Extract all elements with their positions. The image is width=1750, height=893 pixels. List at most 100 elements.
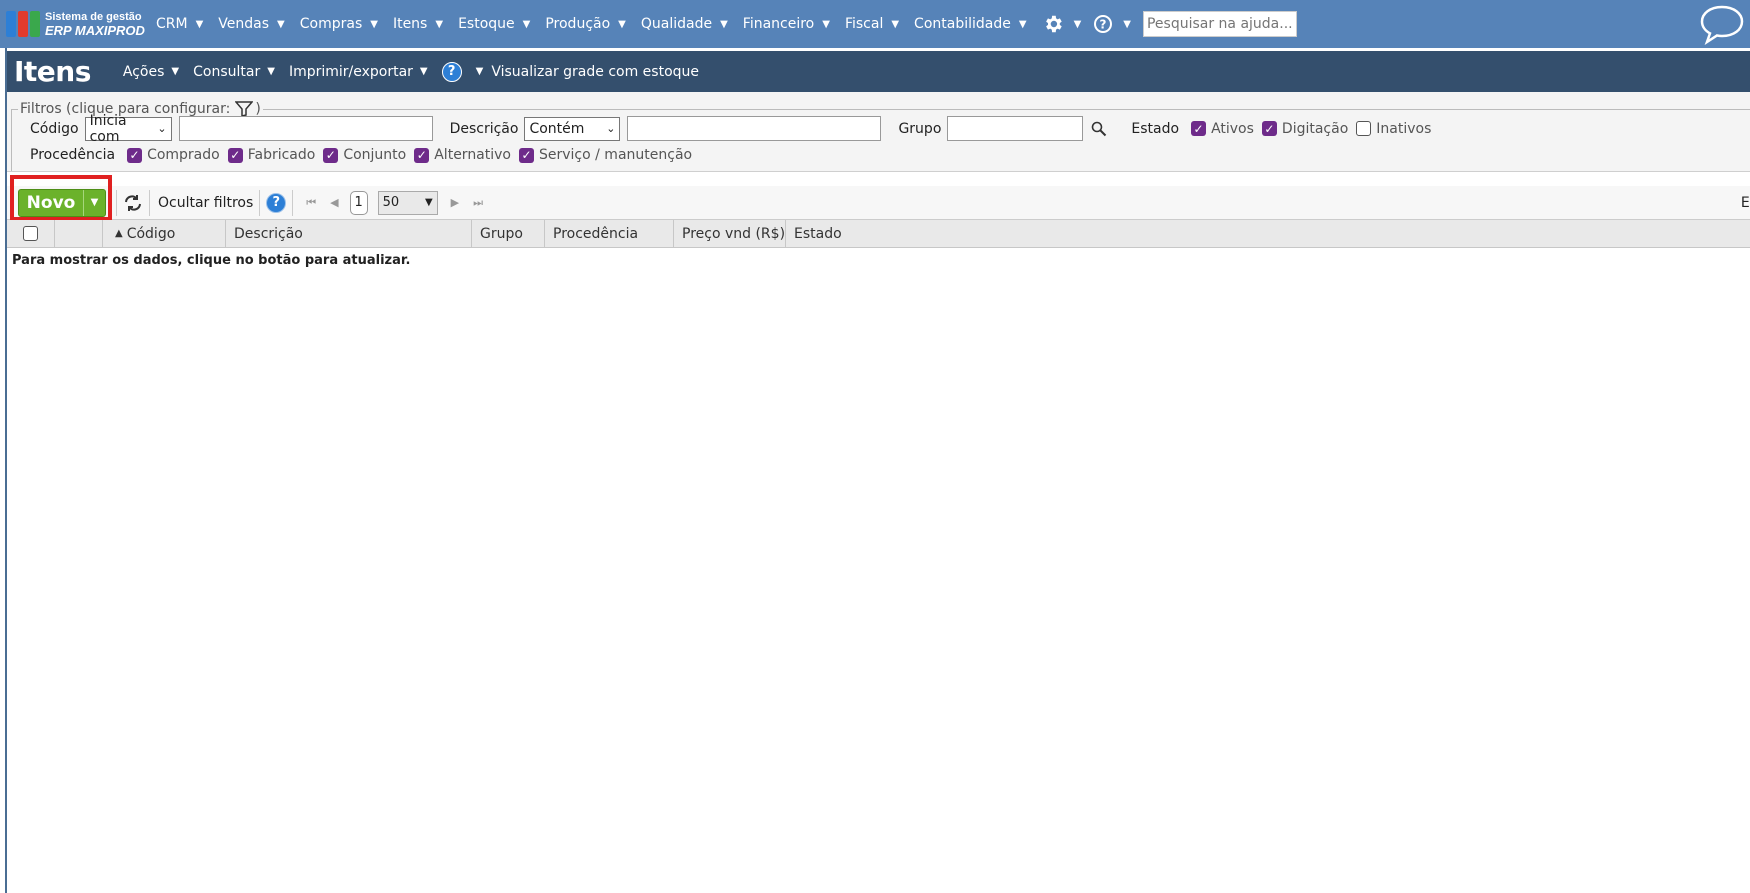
caret-down-icon: ▼ [822,18,830,30]
menu-visualizar-grade[interactable]: Visualizar grade com estoque [491,64,699,80]
nav-item-financeiro[interactable]: Financeiro ▼ [743,16,830,32]
codigo-label: Código [30,120,79,137]
caret-down-icon: ▼ [171,66,180,77]
last-page-icon[interactable]: ⏭ [473,196,483,210]
column-estado[interactable]: Estado [786,220,1750,247]
caret-down-icon: ▼ [891,18,900,30]
nav-label: Vendas [218,16,270,32]
nav-item-contabilidade[interactable]: Contabilidade ▼ [914,16,1027,32]
estado-inativos-checkbox[interactable] [1356,121,1372,136]
estado-digitacao-checkbox[interactable]: ✓ [1261,121,1277,136]
menu-label: Consultar [193,63,261,80]
settings-menu[interactable]: ▼ [1042,13,1081,35]
caret-down-icon: ▼ [277,18,285,30]
column-preco-venda[interactable]: Preço vnd (R$) [674,220,786,247]
current-page-input[interactable]: 1 [349,190,368,215]
main-menu: CRM ▼ Vendas ▼ Compras ▼ Itens ▼ Estoque ▼ Pr… [156,11,1297,37]
filters-panel: Filtros (clique para configurar: ) Códig… [7,92,1750,172]
column-procedencia[interactable]: Procedência [545,220,674,247]
nav-label: Itens [392,16,428,32]
select-all-checkbox[interactable] [23,226,38,241]
nav-item-qualidade[interactable]: Qualidade ▼ [641,16,728,32]
nav-item-fiscal[interactable]: Fiscal ▼ [845,16,899,32]
top-navigation-bar: Sistema de gestão ERP MAXIPROD CRM ▼ Vend… [0,0,1750,48]
chevron-down-icon: ⌄ [157,122,167,135]
refresh-icon[interactable] [123,194,143,212]
caret-down-icon: ▼ [475,66,484,77]
page-title: Itens [14,55,91,88]
nav-item-estoque[interactable]: Estoque ▼ [458,16,530,32]
nav-label: Estoque [458,16,515,32]
procedencia-fabricado-label: Fabricado [247,147,316,163]
procedencia-alternativo-checkbox[interactable]: ✓ [414,147,430,163]
prev-page-icon[interactable]: ◀ [330,196,338,209]
nav-item-crm[interactable]: CRM ▼ [156,16,203,32]
nav-label: Fiscal [844,16,884,32]
filter-icon[interactable] [235,101,254,117]
procedencia-servico-checkbox[interactable]: ✓ [519,147,534,163]
estado-inativos-label: Inativos [1376,120,1432,137]
first-page-icon[interactable]: ⏮ [306,196,316,210]
menu-consultar[interactable]: Consultar ▼ [193,64,275,80]
logo-mark [6,11,40,37]
help-search-input[interactable] [1142,11,1297,37]
search-icon[interactable] [1091,121,1107,137]
procedencia-label: Procedência [30,147,116,163]
per-page-value: 50 [382,195,400,210]
content-frame: Itens Ações ▼ Consultar ▼ Imprimir/exporta… [5,48,1750,893]
estado-ativos-label: Ativos [1211,120,1254,137]
procedencia-conjunto-label: Conjunto [343,147,407,163]
question-circle-icon: ? [1094,15,1113,33]
filters-legend-close: ) [255,101,261,117]
procedencia-alternativo-label: Alternativo [434,147,511,163]
grupo-input[interactable] [947,116,1084,141]
procedencia-conjunto-checkbox[interactable]: ✓ [323,147,339,163]
next-page-icon[interactable]: ▶ [451,196,459,209]
column-label: Código [126,225,176,242]
help-menu[interactable]: ? ▼ [1093,14,1131,34]
app-logo[interactable]: Sistema de gestão ERP MAXIPROD [6,11,156,37]
chat-bubble-icon[interactable] [1698,3,1746,49]
highlight-box [10,175,112,221]
codigo-input[interactable] [178,116,433,141]
actions-column [55,220,103,247]
export-link[interactable]: Ex [1741,195,1750,211]
grid-toolbar: Novo ▼ Ocultar filtros ? ⏮ ◀ 1 50 ▼ ▶ ⏭ E… [7,186,1750,220]
nav-item-vendas[interactable]: Vendas ▼ [218,16,284,32]
nav-item-itens[interactable]: Itens ▼ [393,16,443,32]
menu-label: Imprimir/exportar [288,63,413,80]
help-circle-icon[interactable]: ? [266,192,287,213]
caret-down-icon: ▼ [522,18,531,30]
per-page-select[interactable]: 50 ▼ [377,190,438,215]
caret-down-icon: ▼ [1018,18,1027,30]
caret-down-icon: ▼ [370,18,378,30]
page-header: Itens Ações ▼ Consultar ▼ Imprimir/exporta… [7,48,1750,92]
menu-help[interactable]: ? ▼ [441,61,484,82]
column-descricao[interactable]: Descrição [226,220,472,247]
descricao-mode-select[interactable]: Contém ⌄ [524,116,621,141]
hide-filters-button[interactable]: Ocultar filtros [158,195,253,211]
menu-acoes[interactable]: Ações ▼ [123,64,179,80]
procedencia-fabricado-checkbox[interactable]: ✓ [227,147,243,163]
caret-down-icon: ▼ [419,66,428,77]
menu-label: Ações [122,63,165,80]
codigo-mode-select[interactable]: Inicia com ⌄ [84,113,172,145]
column-codigo[interactable]: ▲ Código [103,220,226,247]
column-grupo[interactable]: Grupo [472,220,545,247]
grupo-label: Grupo [898,120,942,137]
nav-item-producao[interactable]: Produção ▼ [545,16,626,32]
nav-label: Compras [299,16,363,32]
toolbar-divider [116,189,117,216]
menu-imprimir-exportar[interactable]: Imprimir/exportar ▼ [289,64,428,80]
estado-ativos-checkbox[interactable]: ✓ [1191,121,1207,136]
caret-down-icon: ▼ [618,18,626,30]
empty-grid-message: Para mostrar os dados, clique no botão p… [12,253,411,268]
select-value: Inicia com [89,112,127,145]
descricao-input[interactable] [627,116,882,141]
caret-down-icon: ▼ [720,18,728,30]
caret-down-icon: ▼ [424,197,433,208]
nav-item-compras[interactable]: Compras ▼ [300,16,378,32]
descricao-label: Descrição [449,120,519,137]
procedencia-comprado-checkbox[interactable]: ✓ [127,147,143,163]
caret-down-icon: ▼ [267,66,275,77]
